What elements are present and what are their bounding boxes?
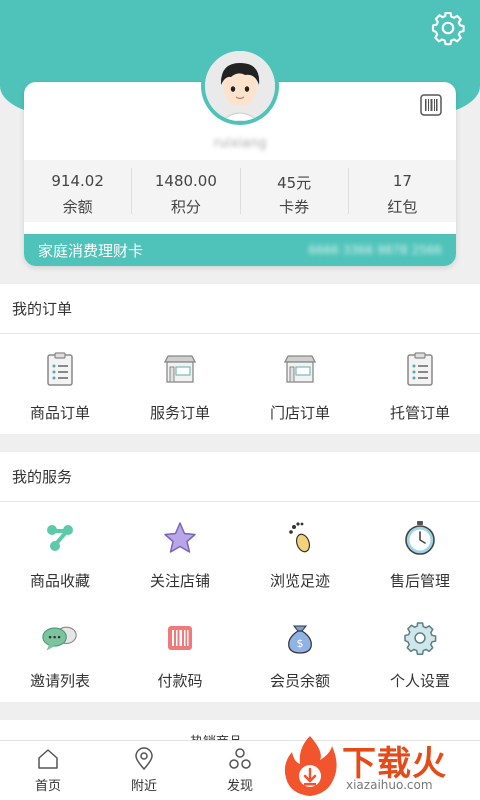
- gear-icon: [404, 622, 437, 655]
- tab-discover[interactable]: 发现: [192, 741, 288, 800]
- service-label: 商品收藏: [29, 572, 90, 590]
- stat-label: 积分: [170, 198, 201, 216]
- service-personal-settings[interactable]: 个人设置: [360, 602, 480, 702]
- order-label: 门店订单: [269, 404, 330, 422]
- stat-label: 余额: [62, 198, 93, 216]
- hot-goods-title: 热销商品: [190, 730, 290, 740]
- tab-label: 发现: [226, 779, 253, 794]
- location-pin-icon: [135, 747, 153, 771]
- username: ruixiang: [213, 136, 267, 151]
- service-label: 个人设置: [389, 672, 450, 690]
- order-hosted[interactable]: 托管订单: [360, 334, 480, 434]
- card-title: 家庭消费理财卡: [38, 241, 144, 260]
- service-after-sales[interactable]: 售后管理: [360, 502, 480, 602]
- tab-home[interactable]: 首页: [0, 741, 96, 800]
- avatar-icon: [205, 51, 275, 121]
- clipboard-list-icon: [407, 352, 433, 386]
- stat-value: 45元: [277, 174, 312, 192]
- service-invite-list[interactable]: 邀请列表: [0, 602, 120, 702]
- footprint-icon: [289, 522, 311, 553]
- stat-value: 914.02: [51, 172, 104, 190]
- service-label: 会员余额: [269, 672, 330, 690]
- order-label: 托管订单: [389, 404, 450, 422]
- order-label: 服务订单: [149, 404, 210, 422]
- stat-value: 1480.00: [154, 172, 217, 190]
- service-label: 关注店铺: [149, 572, 210, 590]
- stat-label: 卡券: [279, 198, 310, 216]
- money-bag-icon: $: [288, 625, 312, 654]
- order-label: 商品订单: [29, 404, 90, 422]
- barcode-icon: [168, 626, 192, 650]
- clipboard-list-icon: [47, 352, 73, 386]
- chat-bubbles-icon: [42, 626, 77, 651]
- storefront-icon: [163, 355, 197, 383]
- stat-value: 17: [392, 172, 412, 190]
- stat-coupons[interactable]: 45元 卡券: [241, 168, 349, 216]
- stat-balance[interactable]: 914.02 余额: [24, 168, 133, 216]
- storefront-icon: [283, 355, 317, 383]
- avatar[interactable]: [201, 47, 279, 125]
- card-strip[interactable]: 家庭消费理财卡 6666 3366 9878 2566: [24, 234, 456, 266]
- orders-section: 我的订单 商品订单 服务订单 门店订单 托管订单: [0, 284, 480, 434]
- tab-label: 首页: [34, 779, 61, 794]
- settings-gear-icon[interactable]: [430, 10, 466, 46]
- services-section: 我的服务 商品收藏 关注店铺 浏览足迹 售后管理 邀请列表 付款码 $ 会员余额…: [0, 452, 480, 702]
- tab-nearby[interactable]: 附近: [96, 741, 192, 800]
- svg-text:$: $: [297, 637, 304, 650]
- services-title: 我的服务: [0, 452, 480, 502]
- service-label: 付款码: [157, 672, 203, 690]
- tab-label: 附近: [130, 779, 157, 794]
- service-label: 浏览足迹: [269, 572, 330, 590]
- order-store[interactable]: 门店订单: [240, 334, 360, 434]
- service-member-balance[interactable]: $ 会员余额: [240, 602, 360, 702]
- service-favorites[interactable]: 商品收藏: [0, 502, 120, 602]
- service-footprints[interactable]: 浏览足迹: [240, 502, 360, 602]
- barcode-icon[interactable]: [420, 94, 442, 116]
- service-label: 邀请列表: [29, 672, 90, 690]
- flame-logo-icon: [284, 736, 337, 796]
- service-payment-code[interactable]: 付款码: [120, 602, 240, 702]
- stat-red-packets[interactable]: 17 红包: [349, 168, 456, 216]
- star-icon: [164, 522, 196, 553]
- stat-label: 红包: [387, 198, 418, 216]
- share-nodes-icon: [47, 525, 73, 551]
- home-icon: [38, 749, 58, 769]
- service-follow-store[interactable]: 关注店铺: [120, 502, 240, 602]
- card-number: 6666 3366 9878 2566: [308, 243, 442, 257]
- stat-points[interactable]: 1480.00 积分: [132, 168, 241, 216]
- stopwatch-icon: [405, 521, 435, 555]
- watermark-logo: 下载火 xiazaihuo.com: [280, 734, 476, 798]
- watermark-subtitle: xiazaihuo.com: [346, 778, 433, 792]
- stats-row: 914.02 余额 1480.00 积分 45元 卡券 17 红包: [24, 160, 456, 222]
- orders-title: 我的订单: [0, 284, 480, 334]
- order-goods[interactable]: 商品订单: [0, 334, 120, 434]
- order-service[interactable]: 服务订单: [120, 334, 240, 434]
- service-label: 售后管理: [389, 572, 450, 590]
- discover-icon: [229, 748, 251, 769]
